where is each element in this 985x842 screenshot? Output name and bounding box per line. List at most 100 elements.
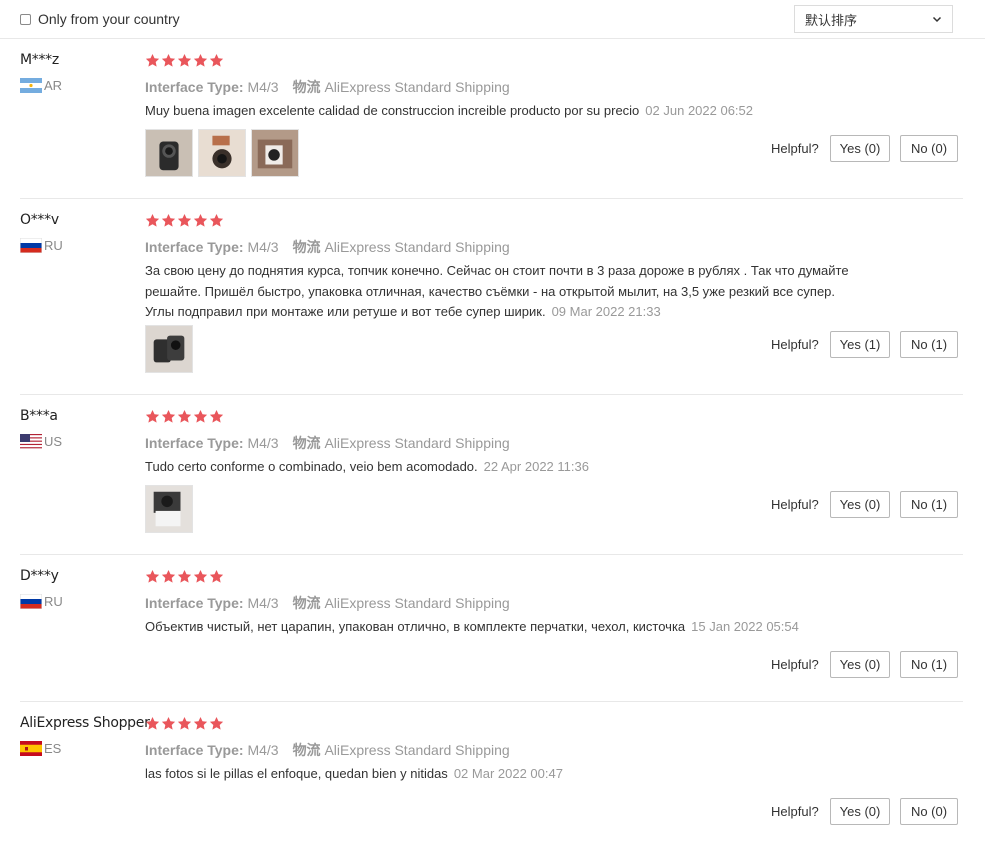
- review-content: las fotos si le pillas el enfoque, queda…: [145, 766, 448, 781]
- star-rating: [145, 716, 224, 731]
- review-photo-thumbnail[interactable]: [251, 129, 299, 177]
- review-text: Объектив чистый, нет царапин, упакован о…: [145, 617, 865, 638]
- shipping-label: 物流: [292, 742, 321, 758]
- review-item: D***y RU Interface Type: M4/3 物流 AliExpress…: [0, 568, 985, 702]
- shipping-label: 物流: [292, 239, 321, 255]
- only-country-label: Only from your country: [38, 11, 180, 27]
- helpful-no-button[interactable]: No (0): [900, 135, 958, 162]
- reviewer-name: M***z: [20, 52, 59, 68]
- review-date: 02 Mar 2022 00:47: [453, 766, 563, 781]
- country-code: AR: [44, 78, 63, 93]
- review-photo-thumbnail[interactable]: [145, 485, 193, 533]
- sort-selected-value: 默认排序: [805, 12, 858, 28]
- helpful-label: Helpful?: [771, 337, 819, 352]
- lens-photo-image: [252, 130, 298, 176]
- only-from-country-filter[interactable]: Only from your country: [20, 11, 180, 27]
- review-meta: Interface Type: M4/3 物流 AliExpress Standa…: [145, 593, 510, 613]
- review-meta: Interface Type: M4/3 物流 AliExpress Standa…: [145, 433, 510, 453]
- helpful-label: Helpful?: [771, 141, 819, 156]
- star-icon: [193, 569, 208, 583]
- interface-type-value: M4/3: [247, 239, 279, 255]
- review-content: Tudo certo conforme o combinado, veio be…: [145, 459, 478, 474]
- country-code: RU: [44, 238, 63, 253]
- star-icon: [161, 409, 176, 423]
- shipping-method: AliExpress Standard Shipping: [324, 742, 510, 758]
- star-icon: [209, 53, 224, 67]
- helpful-no-button[interactable]: No (1): [900, 331, 958, 358]
- interface-type-label: Interface Type:: [145, 435, 244, 451]
- star-icon: [193, 213, 208, 227]
- review-photo-thumbnail[interactable]: [198, 129, 246, 177]
- star-icon: [177, 53, 192, 67]
- star-rating: [145, 53, 224, 68]
- reviewer-name: AliExpress Shopper: [20, 715, 150, 731]
- country-code: ES: [44, 741, 62, 756]
- star-icon: [161, 569, 176, 583]
- shipping-method: AliExpress Standard Shipping: [324, 595, 510, 611]
- helpful-yes-button[interactable]: Yes (0): [830, 491, 890, 518]
- argentina-flag-icon: [20, 78, 42, 93]
- star-icon: [209, 569, 224, 583]
- star-icon: [193, 53, 208, 67]
- country-checkbox[interactable]: [20, 13, 31, 25]
- shipping-label: 物流: [292, 595, 321, 611]
- star-icon: [193, 716, 208, 730]
- chevron-down-icon: [932, 16, 942, 23]
- helpful-no-button[interactable]: No (1): [900, 651, 958, 678]
- helpful-no-button[interactable]: No (1): [900, 491, 958, 518]
- helpful-no-button[interactable]: No (0): [900, 798, 958, 825]
- star-icon: [177, 213, 192, 227]
- review-photo-thumbnail[interactable]: [145, 129, 193, 177]
- star-icon: [161, 53, 176, 67]
- helpful-yes-button[interactable]: Yes (1): [830, 331, 890, 358]
- review-meta: Interface Type: M4/3 物流 AliExpress Standa…: [145, 237, 510, 257]
- shipping-method: AliExpress Standard Shipping: [324, 239, 510, 255]
- star-icon: [145, 409, 160, 423]
- helpful-label: Helpful?: [771, 804, 819, 819]
- lens-photo-image: [146, 486, 192, 532]
- reviewer-country: RU: [20, 238, 63, 253]
- review-text: Muy buena imagen excelente calidad de co…: [145, 101, 865, 122]
- russia-flag-icon: [20, 594, 42, 609]
- interface-type-value: M4/3: [247, 742, 279, 758]
- review-photo-thumbnail[interactable]: [145, 325, 193, 373]
- lens-photo-image: [199, 130, 245, 176]
- reviewer-country: ES: [20, 741, 61, 756]
- lens-photo-image: [146, 130, 192, 176]
- review-item: B***a US Interface Type: M4/3 物流 AliExpress…: [0, 408, 985, 555]
- reviewer-name: O***v: [20, 212, 59, 228]
- review-divider: [20, 554, 963, 555]
- star-icon: [193, 409, 208, 423]
- star-icon: [177, 409, 192, 423]
- interface-type-value: M4/3: [247, 595, 279, 611]
- star-icon: [209, 716, 224, 730]
- shipping-label: 物流: [292, 435, 321, 451]
- review-item: AliExpress Shopper ES Interface Type: M4/3…: [0, 715, 985, 842]
- interface-type-value: M4/3: [247, 435, 279, 451]
- star-icon: [177, 569, 192, 583]
- helpful-yes-button[interactable]: Yes (0): [830, 798, 890, 825]
- review-text: За свою цену до поднятия курса, топчик к…: [145, 261, 865, 323]
- helpful-yes-button[interactable]: Yes (0): [830, 651, 890, 678]
- russia-flag-icon: [20, 238, 42, 253]
- usa-flag-icon: [20, 434, 42, 449]
- star-icon: [209, 409, 224, 423]
- review-divider: [20, 198, 963, 199]
- reviewer-country: RU: [20, 594, 63, 609]
- helpful-yes-button[interactable]: Yes (0): [830, 135, 890, 162]
- sort-dropdown[interactable]: 默认排序: [794, 5, 953, 33]
- star-icon: [145, 716, 160, 730]
- reviewer-country: US: [20, 434, 62, 449]
- review-date: 09 Mar 2022 21:33: [551, 304, 661, 319]
- shipping-method: AliExpress Standard Shipping: [324, 435, 510, 451]
- star-rating: [145, 213, 224, 228]
- helpful-label: Helpful?: [771, 657, 819, 672]
- review-content: Muy buena imagen excelente calidad de co…: [145, 103, 640, 118]
- star-icon: [177, 716, 192, 730]
- review-item: O***v RU Interface Type: M4/3 物流 AliExpress…: [0, 212, 985, 395]
- review-date: 02 Jun 2022 06:52: [645, 103, 754, 118]
- star-icon: [145, 213, 160, 227]
- helpful-label: Helpful?: [771, 497, 819, 512]
- shipping-label: 物流: [292, 79, 321, 95]
- review-meta: Interface Type: M4/3 物流 AliExpress Standa…: [145, 77, 510, 97]
